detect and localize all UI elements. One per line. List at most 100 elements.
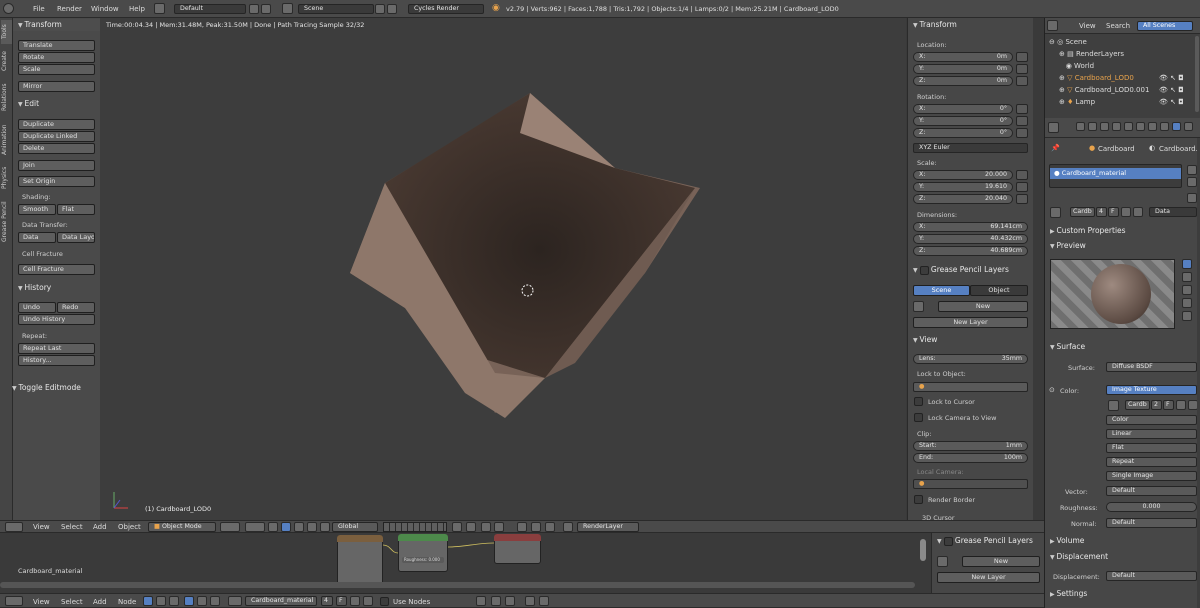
clip-start-field[interactable]: Start: 1mm (913, 441, 1028, 451)
surface-shader-dropdown[interactable]: Diffuse BSDF (1106, 362, 1197, 372)
normal-dropdown[interactable]: Default (1106, 518, 1197, 528)
image-users-field[interactable]: 2 (1151, 400, 1162, 410)
world-tab-icon[interactable] (1112, 122, 1121, 131)
delete-button[interactable]: Delete (18, 143, 95, 154)
node-editor[interactable]: Cardboard_material Roughness: 0.000 (0, 533, 931, 593)
lock-icon[interactable] (1016, 52, 1028, 62)
repeat-last-button[interactable]: Repeat Last (18, 343, 95, 354)
layout-selector[interactable]: Default (174, 4, 246, 14)
history-panel-header[interactable]: ▼ History (13, 282, 100, 294)
add-scene-icon[interactable] (375, 4, 385, 14)
tab-relations[interactable]: Relations (1, 80, 12, 114)
node-hscrollbar[interactable] (0, 582, 915, 588)
surface-header[interactable]: ▼ Surface (1045, 341, 1200, 353)
image-fake-toggle[interactable]: F (1163, 400, 1174, 410)
node-gp-checkbox[interactable] (943, 536, 953, 546)
node-unlink-icon[interactable] (363, 596, 373, 606)
node-gp-header[interactable]: ▼ Grease Pencil Layers (932, 535, 1045, 547)
lock-icon[interactable] (1016, 128, 1028, 138)
lock-icon[interactable] (1016, 64, 1028, 74)
scale-z-field[interactable]: Z: 20.040 (913, 194, 1013, 204)
toggle-editmode-header[interactable]: ▼ Toggle Editmode (7, 382, 100, 394)
pencil-icon[interactable] (913, 301, 924, 312)
manipulator-space-icon[interactable] (320, 522, 330, 532)
node-pencil-icon[interactable] (937, 556, 948, 567)
world-shader-icon[interactable] (197, 596, 207, 606)
snap-target-icon[interactable] (494, 522, 504, 532)
compositing-nodes-icon[interactable] (156, 596, 166, 606)
props-editor-icon[interactable] (1048, 122, 1059, 133)
tree-item-scene[interactable]: ⊖ ◎ Scene (1049, 38, 1087, 46)
snap-icon[interactable] (481, 522, 491, 532)
lock-icon[interactable] (1016, 116, 1028, 126)
local-camera-field[interactable]: ● (913, 479, 1028, 489)
node-material-browse-icon[interactable] (228, 596, 242, 606)
material-browse-icon[interactable] (1050, 207, 1061, 218)
scale-button[interactable]: Scale (18, 64, 95, 75)
location-y-field[interactable]: Y: 0m (913, 64, 1013, 74)
3d-cursor-icon[interactable] (520, 283, 535, 298)
layer-buttons[interactable] (383, 522, 447, 532)
displacement-dropdown[interactable]: Default (1106, 571, 1197, 581)
outliner-scrollbar[interactable] (1195, 36, 1199, 112)
render-layers-tab-icon[interactable] (1088, 122, 1097, 131)
node-snap-icon[interactable] (491, 596, 501, 606)
paste-nodes-icon[interactable] (539, 596, 549, 606)
viewport-select-menu[interactable]: Select (61, 523, 83, 531)
node-vscrollbar[interactable] (920, 539, 926, 561)
mirror-button[interactable]: Mirror (18, 81, 95, 92)
location-x-field[interactable]: X: 0m (913, 52, 1013, 62)
close-layout-icon[interactable] (261, 4, 271, 14)
render-tab-icon[interactable] (1076, 122, 1085, 131)
dimension-x-field[interactable]: X: 69.141cm (913, 222, 1028, 232)
scale-y-field[interactable]: Y: 19.610 (913, 182, 1013, 192)
tree-item-cardboard-lod0[interactable]: ⊕ ▽ Cardboard_LOD0 (1059, 74, 1134, 82)
node-add-menu[interactable]: Add (93, 598, 107, 606)
history-button[interactable]: History... (18, 355, 95, 366)
outliner-view-menu[interactable]: View (1079, 22, 1096, 30)
outliner-search-menu[interactable]: Search (1106, 22, 1130, 30)
preview-header[interactable]: ▼ Preview (1045, 240, 1200, 252)
lock-icon[interactable] (1016, 76, 1028, 86)
preview-sphere-icon[interactable] (1182, 259, 1192, 269)
node-material-field[interactable]: Cardboard_material (245, 596, 317, 606)
material-fake-toggle[interactable]: F (1108, 207, 1119, 217)
color-space-dropdown[interactable]: Color (1106, 415, 1197, 425)
node-select-menu[interactable]: Select (61, 598, 83, 606)
rotation-y-field[interactable]: Y: 0° (913, 116, 1013, 126)
material-tab-icon[interactable] (1172, 122, 1181, 131)
menu-render[interactable]: Render (57, 5, 82, 13)
render-layer-icon[interactable] (563, 522, 573, 532)
layout-icon[interactable] (154, 3, 165, 14)
visibility-eye-icon[interactable]: 👁 ↖ ◘ (1159, 74, 1184, 82)
node-editor-type-icon[interactable] (5, 596, 23, 606)
lock-camera-checkbox[interactable] (914, 413, 923, 422)
duplicate-button[interactable]: Duplicate (18, 119, 95, 130)
scene-tab-icon[interactable] (1100, 122, 1109, 131)
settings-header[interactable]: ▶ Settings (1045, 588, 1200, 600)
close-scene-icon[interactable] (387, 4, 397, 14)
color-socket-icon[interactable]: ⊙ (1049, 386, 1055, 394)
gp-new-layer-button[interactable]: New Layer (913, 317, 1028, 328)
tree-item-renderlayers[interactable]: ⊕ ▤ RenderLayers (1059, 50, 1124, 58)
gp-new-button[interactable]: New (938, 301, 1028, 312)
preview-cube-icon[interactable] (1182, 272, 1192, 282)
object-shader-icon[interactable] (184, 596, 194, 606)
volume-header[interactable]: ▶ Volume (1045, 535, 1200, 547)
remove-slot-icon[interactable] (1187, 177, 1197, 187)
pin-icon[interactable]: 📌 (1051, 144, 1060, 152)
lock-cursor-checkbox[interactable] (914, 397, 923, 406)
backdrop-icon[interactable] (476, 596, 486, 606)
render-preview-icon[interactable] (517, 522, 527, 532)
smooth-button[interactable]: Smooth (18, 204, 56, 215)
info-editor-icon[interactable] (3, 3, 14, 14)
render-engine-selector[interactable]: Cycles Render (408, 4, 484, 14)
add-slot-icon[interactable] (1187, 165, 1197, 175)
visibility-eye-icon[interactable]: 👁 ↖ ◘ (1159, 86, 1184, 94)
material-link-dropdown[interactable]: Data (1149, 207, 1197, 217)
gp-scene-toggle[interactable]: Scene (913, 285, 970, 296)
menu-window[interactable]: Window (91, 5, 119, 13)
rotate-manipulator-icon[interactable] (294, 522, 304, 532)
tab-physics[interactable]: Physics (1, 164, 12, 192)
source-dropdown[interactable]: Single Image (1106, 471, 1197, 481)
